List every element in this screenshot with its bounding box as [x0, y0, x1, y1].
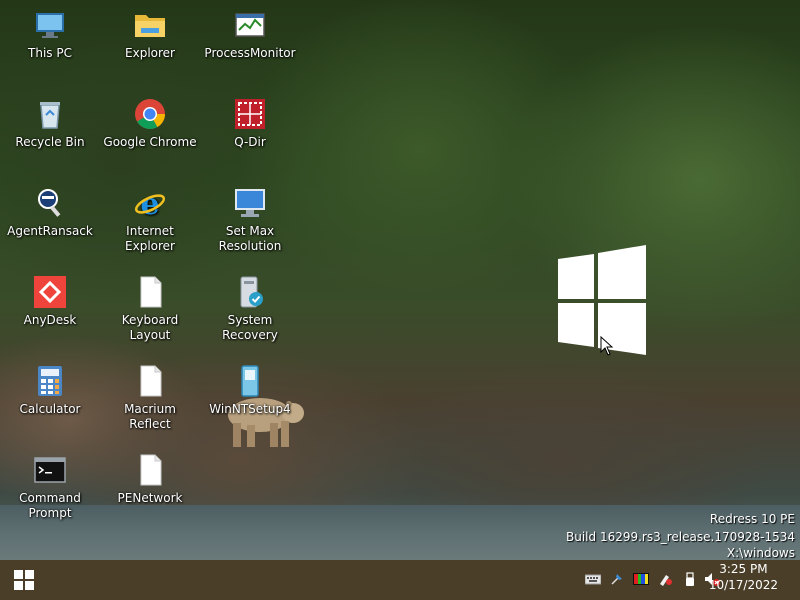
file-icon — [140, 454, 162, 486]
agent-ransack-icon — [38, 189, 61, 217]
desktop-icon-internet-explorer[interactable]: e Internet Explorer — [102, 186, 198, 254]
clock-date: 10/17/2022 — [708, 578, 778, 592]
build-watermark-version: Build 16299.rs3_release.170928-1534 — [566, 530, 795, 544]
folder-icon — [135, 15, 165, 37]
desktop-icon-q-dir[interactable]: Q-Dir — [202, 97, 298, 150]
keyboard-icon[interactable] — [585, 571, 601, 587]
color-icon[interactable] — [633, 571, 649, 587]
icon-label: ProcessMonitor — [204, 46, 296, 60]
desktop-background: This PC Recycle Bin AgentRansack AnyDesk — [0, 0, 800, 560]
pin-icon[interactable] — [609, 571, 625, 587]
desktop-icon-calculator[interactable]: Calculator — [2, 364, 98, 417]
taskbar — [0, 560, 800, 600]
desktop-icon-explorer[interactable]: Explorer — [102, 8, 198, 61]
taskbar-clock[interactable]: 3:25 PM 10/17/2022 — [709, 561, 778, 593]
desktop-icon-set-max-resolution[interactable]: Set Max Resolution — [202, 186, 298, 254]
desktop-icon-processmonitor[interactable]: ProcessMonitor — [202, 8, 298, 61]
mouse-cursor-icon — [600, 336, 614, 356]
chrome-icon — [135, 99, 165, 130]
icon-label: Google Chrome — [103, 135, 197, 149]
cmd-icon — [34, 457, 66, 483]
desktop-icon-penetwork[interactable]: PENetwork — [102, 453, 198, 506]
icon-label: System Recovery — [222, 313, 278, 342]
desktop-icon-agentransack[interactable]: AgentRansack — [2, 186, 98, 239]
clock-time: 3:25 PM — [719, 562, 768, 576]
icon-label: Explorer — [125, 46, 175, 60]
icon-label: AgentRansack — [7, 224, 93, 238]
process-monitor-icon — [235, 13, 265, 37]
desktop-icon-keyboard-layout[interactable]: Keyboard Layout — [102, 275, 198, 343]
icon-label: Internet Explorer — [125, 224, 175, 253]
svg-text:e: e — [140, 187, 159, 220]
file-icon — [140, 276, 162, 308]
monitor-icon — [235, 189, 265, 217]
icon-label: WinNTSetup4 — [209, 402, 291, 416]
icon-label: AnyDesk — [23, 313, 77, 327]
desktop-icon-macrium-reflect[interactable]: Macrium Reflect — [102, 364, 198, 432]
icon-label: Set Max Resolution — [218, 224, 282, 253]
file-icon — [140, 365, 162, 397]
icon-label: Macrium Reflect — [124, 402, 176, 431]
this-pc-icon — [36, 13, 64, 38]
icon-label: Recycle Bin — [15, 135, 85, 149]
recycle-bin-icon — [40, 102, 60, 129]
ie-icon: e — [134, 187, 166, 220]
desktop-icon-this-pc[interactable]: This PC — [2, 8, 98, 61]
icon-label: Calculator — [19, 402, 81, 416]
icon-label: Keyboard Layout — [121, 313, 179, 342]
winntsetup-icon — [241, 365, 259, 397]
calculator-icon — [38, 366, 62, 396]
build-watermark-title: Redress 10 PE — [709, 512, 795, 526]
usb-icon[interactable] — [682, 571, 698, 587]
desktop-icon-recycle-bin[interactable]: Recycle Bin — [2, 97, 98, 150]
windows-start-icon[interactable] — [14, 570, 34, 590]
qdir-icon — [235, 99, 265, 129]
paint-icon[interactable] — [657, 571, 673, 587]
desktop-icon-google-chrome[interactable]: Google Chrome — [102, 97, 198, 150]
icon-label: Q-Dir — [234, 135, 266, 149]
icon-label: Command Prompt — [19, 491, 81, 520]
desktop-icon-winntsetup4[interactable]: WinNTSetup4 — [202, 364, 298, 417]
icon-label: PENetwork — [117, 491, 183, 505]
desktop-icon-command-prompt[interactable]: Command Prompt — [2, 453, 98, 521]
system-recovery-icon — [240, 276, 263, 308]
build-watermark-path: X:\windows — [726, 546, 795, 560]
desktop-icon-system-recovery[interactable]: System Recovery — [202, 275, 298, 343]
desktop-icon-anydesk[interactable]: AnyDesk — [2, 275, 98, 328]
icon-label: This PC — [28, 46, 72, 60]
anydesk-icon — [34, 276, 66, 308]
